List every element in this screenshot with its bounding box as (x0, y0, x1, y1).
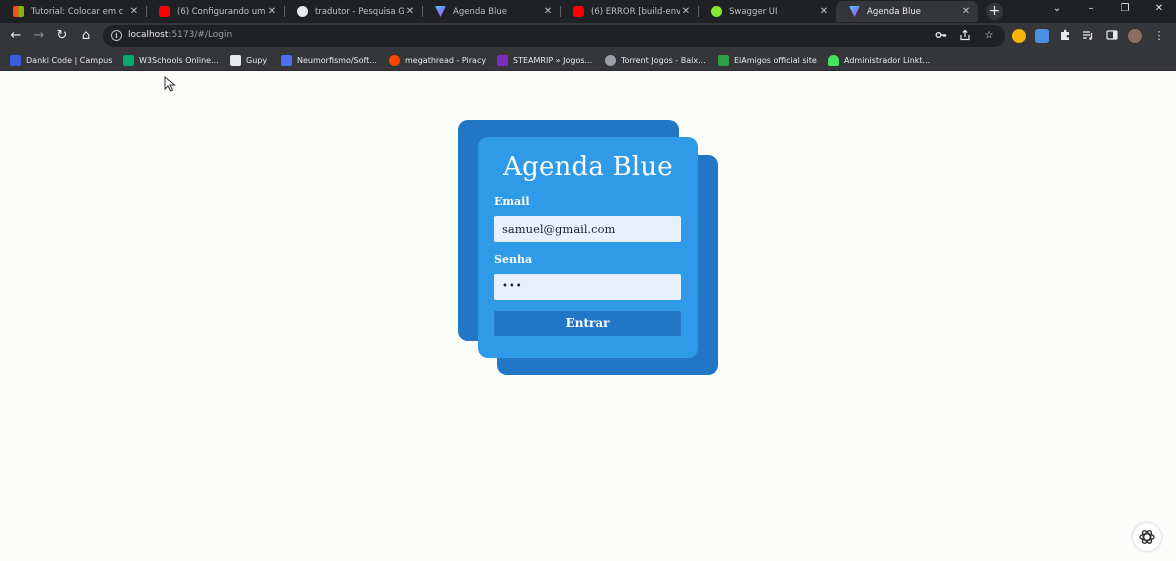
reddit-icon (389, 54, 400, 66)
chatgpt-icon[interactable] (1133, 523, 1161, 551)
youtube-icon (159, 6, 170, 17)
neumorfismo-icon (281, 54, 292, 66)
tab-title: (6) Configurando uma (177, 6, 266, 17)
password-field[interactable]: ••• (494, 274, 681, 300)
close-window-button[interactable]: ✕ (1151, 3, 1167, 14)
tab-title: Agenda Blue (867, 6, 921, 17)
menu-kebab-icon[interactable]: ⋮ (1152, 29, 1166, 43)
tab-configurando[interactable]: (6) Configurando uma ✕ (146, 1, 284, 22)
bookmark-label: Torrent Jogos - Baix... (621, 55, 706, 65)
browser-tab-strip: Tutorial: Colocar em c ✕ (6) Configurand… (0, 0, 1176, 23)
new-tab-button[interactable]: + (986, 3, 1003, 20)
login-card: Agenda Blue Email samuel@gmail.com Senha… (478, 137, 698, 358)
bookmark-label: Danki Code | Campus (26, 55, 113, 65)
tab-tutorial[interactable]: Tutorial: Colocar em c ✕ (0, 1, 146, 22)
password-label: Senha (494, 253, 533, 266)
entrar-button[interactable]: Entrar (494, 311, 681, 336)
email-field[interactable]: samuel@gmail.com (494, 216, 681, 242)
close-tab-icon[interactable]: ✕ (266, 6, 278, 17)
bookmark-steamrip[interactable]: STEAMRIP » Jogos... (497, 53, 592, 67)
tab-error[interactable]: (6) ERROR [build-env 4 ✕ (560, 1, 698, 22)
email-label: Email (494, 195, 530, 208)
close-tab-icon[interactable]: ✕ (680, 6, 692, 17)
tab-swagger[interactable]: Swagger UI ✕ (698, 1, 836, 22)
bookmark-label: ElAmigos official site (734, 55, 817, 65)
extension-icon[interactable] (1012, 29, 1026, 43)
bookmarks-bar: Danki Code | Campus W3Schools Online... … (0, 49, 1176, 71)
gupy-icon (230, 54, 241, 66)
vite-icon (849, 6, 860, 17)
side-panel-icon[interactable] (1105, 29, 1119, 43)
key-icon[interactable] (934, 29, 948, 43)
bookmark-neumorfismo[interactable]: Neumorfismo/Soft... (281, 53, 377, 67)
close-tab-icon[interactable]: ✕ (128, 6, 140, 17)
close-tab-icon[interactable]: ✕ (818, 6, 830, 17)
elamigos-icon (718, 54, 729, 66)
bookmark-torrent-jogos[interactable]: Torrent Jogos - Baix... (605, 53, 706, 67)
minimize-button[interactable]: – (1083, 3, 1099, 14)
bookmark-danki-code[interactable]: Danki Code | Campus (10, 53, 112, 67)
bookmark-label: megathread - Piracy (405, 55, 487, 65)
close-tab-icon[interactable]: ✕ (404, 6, 416, 17)
microsoft-icon (13, 6, 24, 17)
steamrip-icon (497, 54, 508, 66)
torrent-jogos-icon (605, 54, 616, 66)
bookmark-label: W3Schools Online... (139, 55, 219, 65)
tab-title: Swagger UI (729, 6, 778, 17)
address-bar[interactable]: i localhost:5173/#/Login ☆ (103, 25, 1005, 47)
bookmark-label: Administrador Linkt... (844, 55, 931, 65)
restore-button[interactable]: ❐ (1117, 3, 1133, 14)
page-content: Agenda Blue Email samuel@gmail.com Senha… (0, 71, 1176, 561)
media-controls-icon[interactable] (1081, 29, 1095, 43)
bookmark-label: Gupy (246, 55, 268, 65)
tab-agenda-blue-active[interactable]: Agenda Blue ✕ (836, 1, 978, 22)
back-icon[interactable]: ← (8, 28, 24, 44)
login-title: Agenda Blue (503, 152, 673, 182)
site-info-icon[interactable]: i (111, 30, 122, 41)
url-text[interactable]: localhost:5173/#/Login (128, 30, 232, 40)
bookmark-label: STEAMRIP » Jogos... (513, 55, 593, 65)
bookmark-linktree[interactable]: Administrador Linkt... (828, 53, 930, 67)
bookmark-w3schools[interactable]: W3Schools Online... (123, 53, 219, 67)
forward-icon[interactable]: → (31, 28, 47, 44)
bookmark-elamigos[interactable]: ElAmigos official site (718, 53, 817, 67)
youtube-icon (573, 6, 584, 17)
tab-title: Tutorial: Colocar em c (31, 6, 124, 17)
tab-title: (6) ERROR [build-env 4 (591, 6, 680, 17)
close-tab-icon[interactable]: ✕ (960, 6, 972, 17)
url-host: localhost (128, 30, 169, 40)
extensions-puzzle-icon[interactable] (1058, 29, 1072, 43)
tab-search-icon[interactable]: ⌄ (1049, 3, 1065, 14)
share-icon[interactable] (958, 29, 972, 43)
extension-icon[interactable] (1035, 29, 1049, 43)
bookmark-gupy[interactable]: Gupy (230, 53, 267, 67)
tab-agenda-blue[interactable]: Agenda Blue ✕ (422, 1, 560, 22)
tab-tradutor[interactable]: tradutor - Pesquisa Go ✕ (284, 1, 422, 22)
linktree-icon (828, 54, 839, 66)
google-icon (297, 6, 308, 17)
vite-icon (435, 6, 446, 17)
swagger-icon (711, 6, 722, 17)
w3schools-icon (123, 54, 134, 66)
browser-toolbar: ← → ↻ ⌂ i localhost:5173/#/Login ☆ ⋮ (0, 23, 1176, 49)
danki-code-icon (10, 54, 21, 66)
close-tab-icon[interactable]: ✕ (542, 6, 554, 17)
home-icon[interactable]: ⌂ (78, 28, 94, 44)
bookmark-star-icon[interactable]: ☆ (982, 29, 996, 43)
tab-title: Agenda Blue (453, 6, 507, 17)
url-path: :5173/#/Login (168, 30, 233, 40)
bookmark-megathread[interactable]: megathread - Piracy (389, 53, 486, 67)
profile-avatar[interactable] (1128, 29, 1142, 43)
tab-title: tradutor - Pesquisa Go (315, 6, 404, 17)
reload-icon[interactable]: ↻ (54, 28, 70, 44)
bookmark-label: Neumorfismo/Soft... (297, 55, 377, 65)
